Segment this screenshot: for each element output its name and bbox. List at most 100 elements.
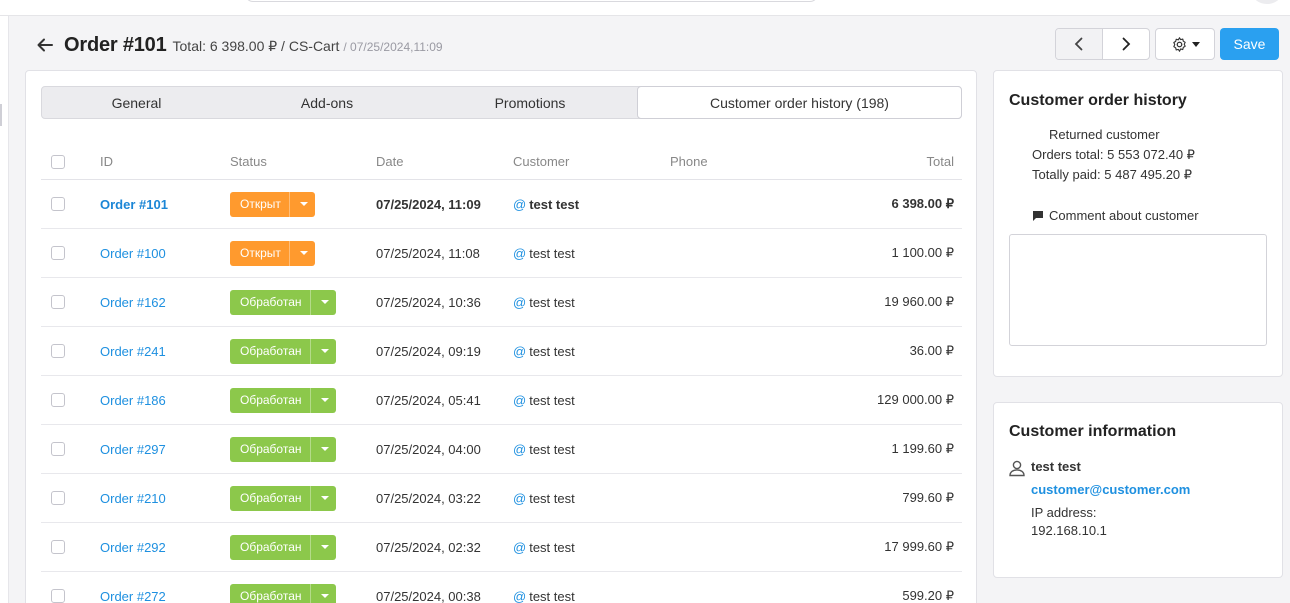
settings-dropdown-button[interactable] bbox=[1155, 28, 1215, 60]
order-date-cell: 07/25/2024, 11:09 bbox=[376, 196, 481, 212]
order-total-cell: 1 100.00 ₽ bbox=[891, 245, 955, 260]
order-id-link[interactable]: Order #101 bbox=[100, 197, 168, 212]
table-row[interactable]: Order #241 Обработан 07/25/2024, 09:19 @ tes… bbox=[41, 327, 962, 376]
email-at-icon[interactable]: @ bbox=[513, 197, 526, 212]
order-id-link[interactable]: Order #272 bbox=[100, 589, 166, 603]
previous-order-button[interactable] bbox=[1056, 29, 1103, 59]
row-checkbox[interactable] bbox=[51, 393, 65, 407]
back-arrow-icon[interactable] bbox=[36, 36, 54, 54]
customer-name-cell: test test bbox=[529, 392, 575, 408]
email-at-icon[interactable]: @ bbox=[513, 246, 526, 261]
order-id-link[interactable]: Order #162 bbox=[100, 295, 166, 310]
email-at-icon[interactable]: @ bbox=[513, 295, 526, 310]
row-checkbox[interactable] bbox=[51, 491, 65, 505]
column-header-total[interactable]: Total bbox=[927, 144, 954, 179]
customer-name-cell: test test bbox=[529, 539, 575, 555]
tab-customer-order-history[interactable]: Customer order history (198) bbox=[637, 86, 962, 119]
tab-addons[interactable]: Add-ons bbox=[231, 87, 423, 118]
table-row[interactable]: Order #210 Обработан 07/25/2024, 03:22 @ tes… bbox=[41, 474, 962, 523]
ip-address-label: IP address: bbox=[1031, 505, 1097, 520]
column-header-id[interactable]: ID bbox=[100, 144, 113, 179]
row-checkbox[interactable] bbox=[51, 442, 65, 456]
ip-address-value: 192.168.10.1 bbox=[1031, 523, 1107, 538]
order-date-cell: 07/25/2024, 02:32 bbox=[376, 539, 481, 555]
status-dropdown[interactable]: Обработан bbox=[230, 436, 336, 462]
customer-name-cell: test test bbox=[529, 245, 575, 261]
select-all-checkbox[interactable] bbox=[51, 154, 65, 169]
email-at-icon[interactable]: @ bbox=[513, 491, 526, 506]
status-dropdown[interactable]: Обработан bbox=[230, 485, 336, 511]
customer-name-cell: test test bbox=[529, 294, 575, 310]
order-id-link[interactable]: Order #241 bbox=[100, 344, 166, 359]
table-row[interactable]: Order #272 Обработан 07/25/2024, 00:38 @ tes… bbox=[41, 572, 962, 603]
status-dropdown[interactable]: Открыт bbox=[230, 191, 315, 217]
totally-paid: Totally paid: 5 487 495.20 ₽ bbox=[1032, 167, 1193, 182]
order-total-cell: 36.00 ₽ bbox=[909, 343, 954, 358]
order-content-card: General Add-ons Promotions Customer orde… bbox=[25, 70, 977, 603]
next-order-button[interactable] bbox=[1103, 29, 1149, 59]
email-at-icon[interactable]: @ bbox=[513, 344, 526, 359]
order-id-link[interactable]: Order #186 bbox=[100, 393, 166, 408]
caret-down-icon bbox=[320, 398, 329, 402]
status-dropdown[interactable]: Обработан bbox=[230, 583, 336, 603]
table-row[interactable]: Order #292 Обработан 07/25/2024, 02:32 @ tes… bbox=[41, 523, 962, 572]
status-dropdown[interactable]: Открыт bbox=[230, 240, 315, 266]
status-label: Обработан bbox=[240, 491, 302, 505]
email-at-icon[interactable]: @ bbox=[513, 393, 526, 408]
customer-order-history-panel: Customer order history Returned customer… bbox=[993, 70, 1283, 377]
customer-email-link[interactable]: customer@customer.com bbox=[1031, 482, 1190, 497]
status-divider bbox=[309, 485, 311, 511]
status-divider bbox=[309, 289, 311, 315]
customer-comment-textarea[interactable] bbox=[1009, 234, 1267, 346]
left-sidebar bbox=[0, 16, 9, 603]
status-label: Открыт bbox=[240, 246, 281, 260]
column-header-customer[interactable]: Customer bbox=[513, 144, 569, 179]
order-date-cell: 07/25/2024, 04:00 bbox=[376, 441, 481, 457]
column-header-date[interactable]: Date bbox=[376, 144, 403, 179]
avatar[interactable] bbox=[1252, 0, 1282, 4]
status-dropdown[interactable]: Обработан bbox=[230, 534, 336, 560]
caret-down-icon bbox=[320, 300, 329, 304]
table-row[interactable]: Order #100 Открыт 07/25/2024, 11:08 @ test t… bbox=[41, 229, 962, 278]
row-checkbox[interactable] bbox=[51, 589, 65, 603]
email-at-icon[interactable]: @ bbox=[513, 540, 526, 555]
search-input[interactable] bbox=[245, 0, 818, 2]
row-checkbox[interactable] bbox=[51, 295, 65, 309]
order-id-link[interactable]: Order #210 bbox=[100, 491, 166, 506]
status-dropdown[interactable]: Обработан bbox=[230, 338, 336, 364]
page-title: Order #101 bbox=[64, 33, 167, 56]
row-checkbox[interactable] bbox=[51, 540, 65, 554]
order-id-link[interactable]: Order #100 bbox=[100, 246, 166, 261]
status-divider bbox=[288, 191, 290, 217]
orders-table: ID Status Date Customer Phone Total Orde… bbox=[41, 144, 962, 603]
save-button[interactable]: Save bbox=[1220, 28, 1279, 60]
tab-general[interactable]: General bbox=[42, 87, 231, 118]
column-header-phone[interactable]: Phone bbox=[670, 144, 708, 179]
column-header-status[interactable]: Status bbox=[230, 144, 267, 179]
row-checkbox[interactable] bbox=[51, 197, 65, 211]
order-id-link[interactable]: Order #297 bbox=[100, 442, 166, 457]
tab-promotions[interactable]: Promotions bbox=[423, 87, 637, 118]
status-dropdown[interactable]: Обработан bbox=[230, 289, 336, 315]
row-checkbox[interactable] bbox=[51, 344, 65, 358]
chevron-left-icon bbox=[1074, 37, 1083, 51]
status-label: Обработан bbox=[240, 295, 302, 309]
table-row[interactable]: Order #101 Открыт 07/25/2024, 11:09 @ test t… bbox=[41, 180, 962, 229]
page-header: Order #101 Total: 6 398.00 ₽ / CS-Cart /… bbox=[36, 30, 443, 60]
table-row[interactable]: Order #186 Обработан 07/25/2024, 05:41 @ tes… bbox=[41, 376, 962, 425]
order-total-cell: 19 960.00 ₽ bbox=[884, 294, 954, 309]
row-checkbox[interactable] bbox=[51, 246, 65, 260]
tab-bar: General Add-ons Promotions Customer orde… bbox=[41, 86, 962, 119]
chevron-right-icon bbox=[1122, 37, 1131, 51]
order-date-cell: 07/25/2024, 05:41 bbox=[376, 392, 481, 408]
status-label: Обработан bbox=[240, 589, 302, 603]
order-id-link[interactable]: Order #292 bbox=[100, 540, 166, 555]
table-row[interactable]: Order #162 Обработан 07/25/2024, 10:36 @ tes… bbox=[41, 278, 962, 327]
table-row[interactable]: Order #297 Обработан 07/25/2024, 04:00 @ tes… bbox=[41, 425, 962, 474]
customer-information-panel: Customer information test test customer@… bbox=[993, 402, 1283, 578]
customer-name-cell: test test bbox=[529, 196, 580, 212]
order-navigation bbox=[1055, 28, 1150, 60]
email-at-icon[interactable]: @ bbox=[513, 442, 526, 457]
email-at-icon[interactable]: @ bbox=[513, 589, 526, 603]
status-dropdown[interactable]: Обработан bbox=[230, 387, 336, 413]
